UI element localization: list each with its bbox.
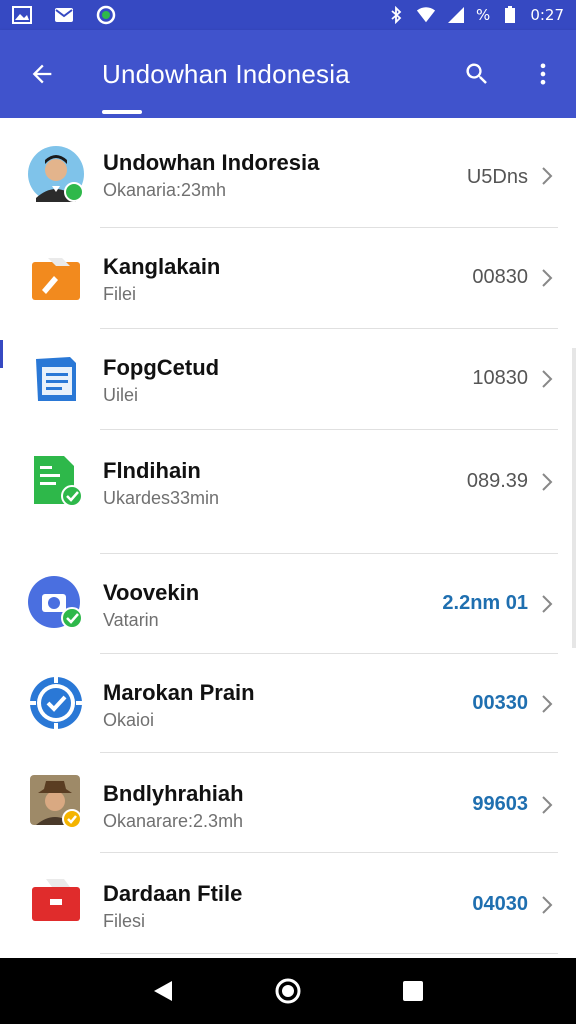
- blue-check-badge-icon: [28, 675, 84, 731]
- chevron-right-icon: [542, 167, 553, 185]
- item-title: Voovekin: [103, 580, 200, 605]
- item-subtitle: Uilei: [103, 385, 139, 405]
- search-icon: [466, 63, 487, 84]
- orange-folder-icon: [28, 250, 84, 306]
- chevron-right-icon: [542, 796, 553, 814]
- item-subtitle: Vatarin: [103, 610, 159, 630]
- item-title: FopgCetud: [103, 355, 220, 380]
- item-subtitle: Okaioi: [103, 710, 155, 730]
- battery-icon: [500, 6, 520, 24]
- item-value: 089.39: [466, 470, 528, 492]
- tab-indicator: [102, 110, 142, 114]
- nav-back-button[interactable]: [138, 966, 188, 1016]
- navigation-bar: [0, 958, 576, 1024]
- back-button[interactable]: [0, 30, 84, 118]
- item-value: 10830: [472, 367, 528, 389]
- divider: [100, 953, 558, 954]
- wifi-icon: [416, 6, 436, 24]
- nav-recents-icon: [403, 981, 424, 1001]
- blue-document-icon: [28, 351, 84, 407]
- item-title: Marokan Prain: [103, 680, 255, 705]
- status-time: 0:27: [530, 6, 564, 24]
- item-subtitle: Okanaria:23mh: [103, 180, 227, 200]
- nav-home-icon: [275, 978, 301, 1004]
- list-item[interactable]: Undowhan Indoresia Okanaria:23mh U5Dns: [0, 118, 576, 228]
- list-item[interactable]: Bndlyhrahiah Okanarare:2.3mh 99603: [0, 753, 576, 853]
- bluetooth-icon: [386, 6, 406, 24]
- nav-back-icon: [153, 981, 172, 1001]
- app-bar: Undowhan Indonesia: [0, 30, 576, 118]
- blue-camera-icon: [28, 574, 84, 630]
- more-vert-icon: [540, 63, 546, 85]
- item-title: Undowhan Indoresia: [103, 150, 320, 175]
- item-list: Undowhan Indoresia Okanaria:23mh U5Dns K…: [0, 118, 576, 958]
- gallery-icon: [12, 6, 32, 24]
- item-subtitle: Filesi: [103, 911, 146, 931]
- chevron-right-icon: [542, 370, 553, 388]
- item-subtitle: Ukardes33min: [103, 488, 220, 508]
- avatar: [28, 146, 84, 202]
- item-title: Kanglakain: [103, 254, 221, 279]
- arrow-back-icon: [32, 64, 52, 84]
- nav-recents-button[interactable]: [388, 966, 438, 1016]
- item-value: 00330: [472, 692, 528, 714]
- chevron-right-icon: [542, 595, 553, 613]
- list-item[interactable]: Flndihain Ukardes33min 089.39: [0, 430, 576, 554]
- item-title: Flndihain: [103, 458, 201, 483]
- sync-icon: [96, 5, 116, 25]
- red-folder-icon: [28, 873, 84, 929]
- chevron-right-icon: [542, 269, 553, 287]
- page-title: Undowhan Indonesia: [102, 58, 350, 89]
- chevron-right-icon: [542, 473, 553, 491]
- signal-icon: [446, 6, 466, 24]
- list-item[interactable]: Kanglakain Filei 00830: [0, 228, 576, 329]
- green-spreadsheet-icon: [28, 452, 84, 508]
- item-subtitle: Okanarare:2.3mh: [103, 811, 244, 831]
- item-value: 2.2nm 01: [442, 592, 528, 614]
- search-button[interactable]: [444, 30, 510, 118]
- battery-percent: %: [476, 6, 491, 24]
- list-item[interactable]: Voovekin Vatarin 2.2nm 01: [0, 554, 576, 654]
- status-bar: % 0:27: [0, 0, 576, 30]
- item-title: Bndlyhrahiah: [103, 781, 244, 806]
- item-title: Dardaan Ftile: [103, 881, 243, 906]
- chevron-right-icon: [542, 695, 553, 713]
- item-value: U5Dns: [466, 166, 528, 188]
- avatar: [28, 773, 84, 829]
- item-value: 04030: [472, 893, 528, 915]
- item-value: 00830: [472, 266, 528, 288]
- list-item[interactable]: Dardaan Ftile Filesi 04030: [0, 853, 576, 954]
- overflow-menu-button[interactable]: [510, 30, 576, 118]
- mail-icon: [54, 6, 74, 24]
- chevron-right-icon: [542, 896, 553, 914]
- list-item[interactable]: FopgCetud Uilei 10830: [0, 329, 576, 430]
- nav-home-button[interactable]: [263, 966, 313, 1016]
- list-item[interactable]: Marokan Prain Okaioi 00330: [0, 654, 576, 753]
- item-value: 99603: [472, 793, 528, 815]
- item-subtitle: Filei: [103, 284, 137, 304]
